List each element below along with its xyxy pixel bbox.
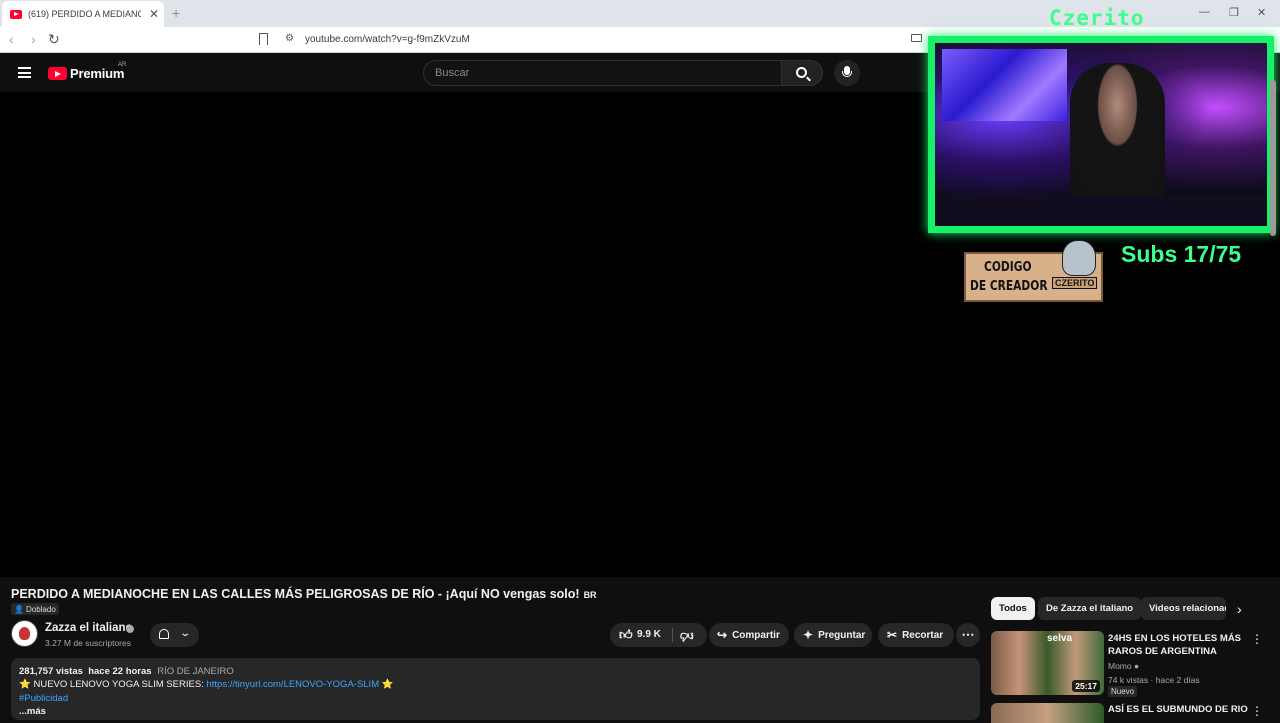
more-actions-button[interactable]: ⋯ — [956, 623, 980, 647]
ask-button[interactable]: ✦ Preguntar — [794, 623, 872, 647]
creator-line-1: CODIGO — [984, 260, 1032, 275]
subscriber-count: 3.27 M de suscriptores — [45, 638, 131, 648]
minimize-icon[interactable]: — — [1199, 6, 1210, 18]
creator-tag: CZERITO — [1052, 277, 1098, 289]
restore-icon[interactable]: ❐ — [1229, 6, 1239, 19]
subs-counter: Subs 17/75 — [1121, 241, 1242, 267]
scissors-icon: ✂ — [887, 628, 898, 642]
share-icon: ↪ — [717, 628, 728, 642]
star-icon: ⭐ — [381, 679, 394, 691]
channel-avatar[interactable] — [11, 620, 38, 647]
tab-title: (619) PERDIDO A MEDIANOCHE — [28, 9, 141, 19]
recommendation-thumbnail[interactable]: selva 25:17 — [991, 631, 1104, 695]
like-dislike-group: 👍︎ 9.9 K 👍︎ — [610, 623, 707, 647]
kebab-menu-icon[interactable]: ⋮ — [1251, 704, 1263, 718]
kebab-menu-icon[interactable]: ⋮ — [1251, 632, 1263, 646]
view-count: 281,757 vistas — [19, 666, 83, 677]
recommendation-meta: 74 k vistas · hace 2 días — [1108, 675, 1200, 685]
forward-icon[interactable]: › — [31, 31, 36, 47]
title-badge: BR — [583, 590, 597, 600]
thumbnail-text: selva — [1047, 633, 1073, 644]
video-title: PERDIDO A MEDIANOCHE EN LAS CALLES MÁS P… — [11, 587, 597, 601]
country-code: AR — [118, 62, 127, 68]
channel-name[interactable]: Zazza el italiano — [45, 622, 133, 634]
streamer-image — [1070, 63, 1165, 203]
close-window-icon[interactable]: ✕ — [1257, 6, 1266, 19]
dubbed-badge: 👤 Doblado — [11, 603, 59, 615]
clip-button[interactable]: ✂ Recortar — [878, 623, 954, 647]
like-icon[interactable]: 👍︎ — [619, 627, 633, 643]
neon-panel — [942, 49, 1067, 121]
recommendation-title[interactable]: 24HS EN LOS HOTELES MÁS RAROS DE ARGENTI… — [1108, 632, 1248, 658]
sparkle-icon: ✦ — [803, 628, 814, 642]
search-button[interactable] — [781, 60, 823, 86]
dub-label: Doblado — [25, 604, 56, 614]
promo-line: ⭐ NUEVO LENOVO YOGA SLIM SERIES: https:/… — [19, 678, 972, 691]
show-more-link[interactable]: ...más — [19, 705, 972, 718]
page-scrollbar[interactable] — [1270, 80, 1276, 236]
cast-icon[interactable] — [911, 34, 922, 42]
youtube-favicon-icon — [10, 9, 22, 19]
video-duration: 25:17 — [1072, 680, 1100, 692]
bookmark-icon[interactable] — [259, 33, 268, 45]
share-button[interactable]: ↪ Compartir — [709, 623, 789, 647]
chevron-right-icon[interactable]: › — [1237, 601, 1242, 617]
creator-line-2: DE CREADOR — [970, 279, 1048, 294]
dub-icon: 👤 — [14, 604, 24, 614]
bell-icon — [159, 629, 169, 639]
description-box[interactable]: 281,757 vistas hace 22 horas RÍO DE JANE… — [11, 658, 980, 720]
reload-icon[interactable]: ↻ — [48, 31, 60, 48]
browser-tab[interactable]: (619) PERDIDO A MEDIANOCHE ✕ — [2, 1, 164, 27]
upload-time: hace 22 horas — [88, 666, 152, 677]
recommendation-channel[interactable]: Momo ● — [1108, 661, 1139, 671]
like-count[interactable]: 9.9 K — [637, 629, 661, 640]
voice-search-button[interactable] — [834, 60, 860, 86]
logo-text: Premium — [70, 66, 125, 81]
url-field[interactable]: youtube.com/watch?v=g-f9mZkVzuM — [305, 34, 470, 45]
recommendation-channel-name: Momo — [1108, 661, 1132, 671]
back-icon[interactable]: ‹ — [9, 31, 14, 47]
chevron-down-icon: ⌄ — [179, 628, 192, 639]
creator-code-banner: CODIGO DE CREADOR CZERITO — [964, 240, 1103, 302]
tab-close-icon[interactable]: ✕ — [149, 7, 159, 21]
location: RÍO DE JANEIRO — [157, 666, 234, 677]
clip-label: Recortar — [902, 629, 944, 641]
chip-related[interactable]: Videos relacionados — [1141, 597, 1226, 620]
search-input[interactable]: Buscar — [423, 60, 782, 86]
site-info-icon[interactable]: ⚙ — [285, 33, 294, 44]
hashtag-link[interactable]: #Publicidad — [19, 692, 972, 705]
star-icon: ⭐ — [19, 679, 31, 691]
recommendation-thumbnail[interactable] — [991, 703, 1104, 723]
share-label: Compartir — [732, 629, 780, 641]
chip-channel[interactable]: De Zazza el italiano — [1038, 597, 1142, 620]
webcam-overlay — [928, 36, 1274, 233]
verified-icon — [126, 625, 134, 633]
ask-label: Preguntar — [818, 629, 866, 641]
overlay-streamer-name: Czerito — [1049, 6, 1145, 30]
new-tab-icon[interactable]: + — [172, 5, 180, 21]
verified-icon: ● — [1134, 661, 1140, 671]
chip-all[interactable]: Todos — [991, 597, 1035, 620]
recommendation-title[interactable]: ASÍ ES EL SUBMUNDO DE RIO — [1108, 704, 1248, 715]
menu-icon[interactable] — [18, 67, 31, 78]
youtube-logo[interactable]: Premium AR — [48, 62, 126, 81]
promo-link[interactable]: https://tinyurl.com/LENOVO-YOGA-SLIM — [206, 679, 379, 690]
video-title-text: PERDIDO A MEDIANOCHE EN LAS CALLES MÁS P… — [11, 587, 580, 601]
mascot-image — [1062, 240, 1096, 276]
subscription-bell-button[interactable]: ⌄ — [150, 623, 199, 647]
youtube-play-icon — [48, 67, 67, 80]
dislike-icon[interactable]: 👍︎ — [680, 628, 694, 644]
search-icon — [796, 67, 807, 78]
description-meta: 281,757 vistas hace 22 horas RÍO DE JANE… — [19, 665, 972, 678]
promo-text: NUEVO LENOVO YOGA SLIM SERIES: — [33, 679, 204, 691]
new-badge: Nuevo — [1108, 686, 1138, 697]
